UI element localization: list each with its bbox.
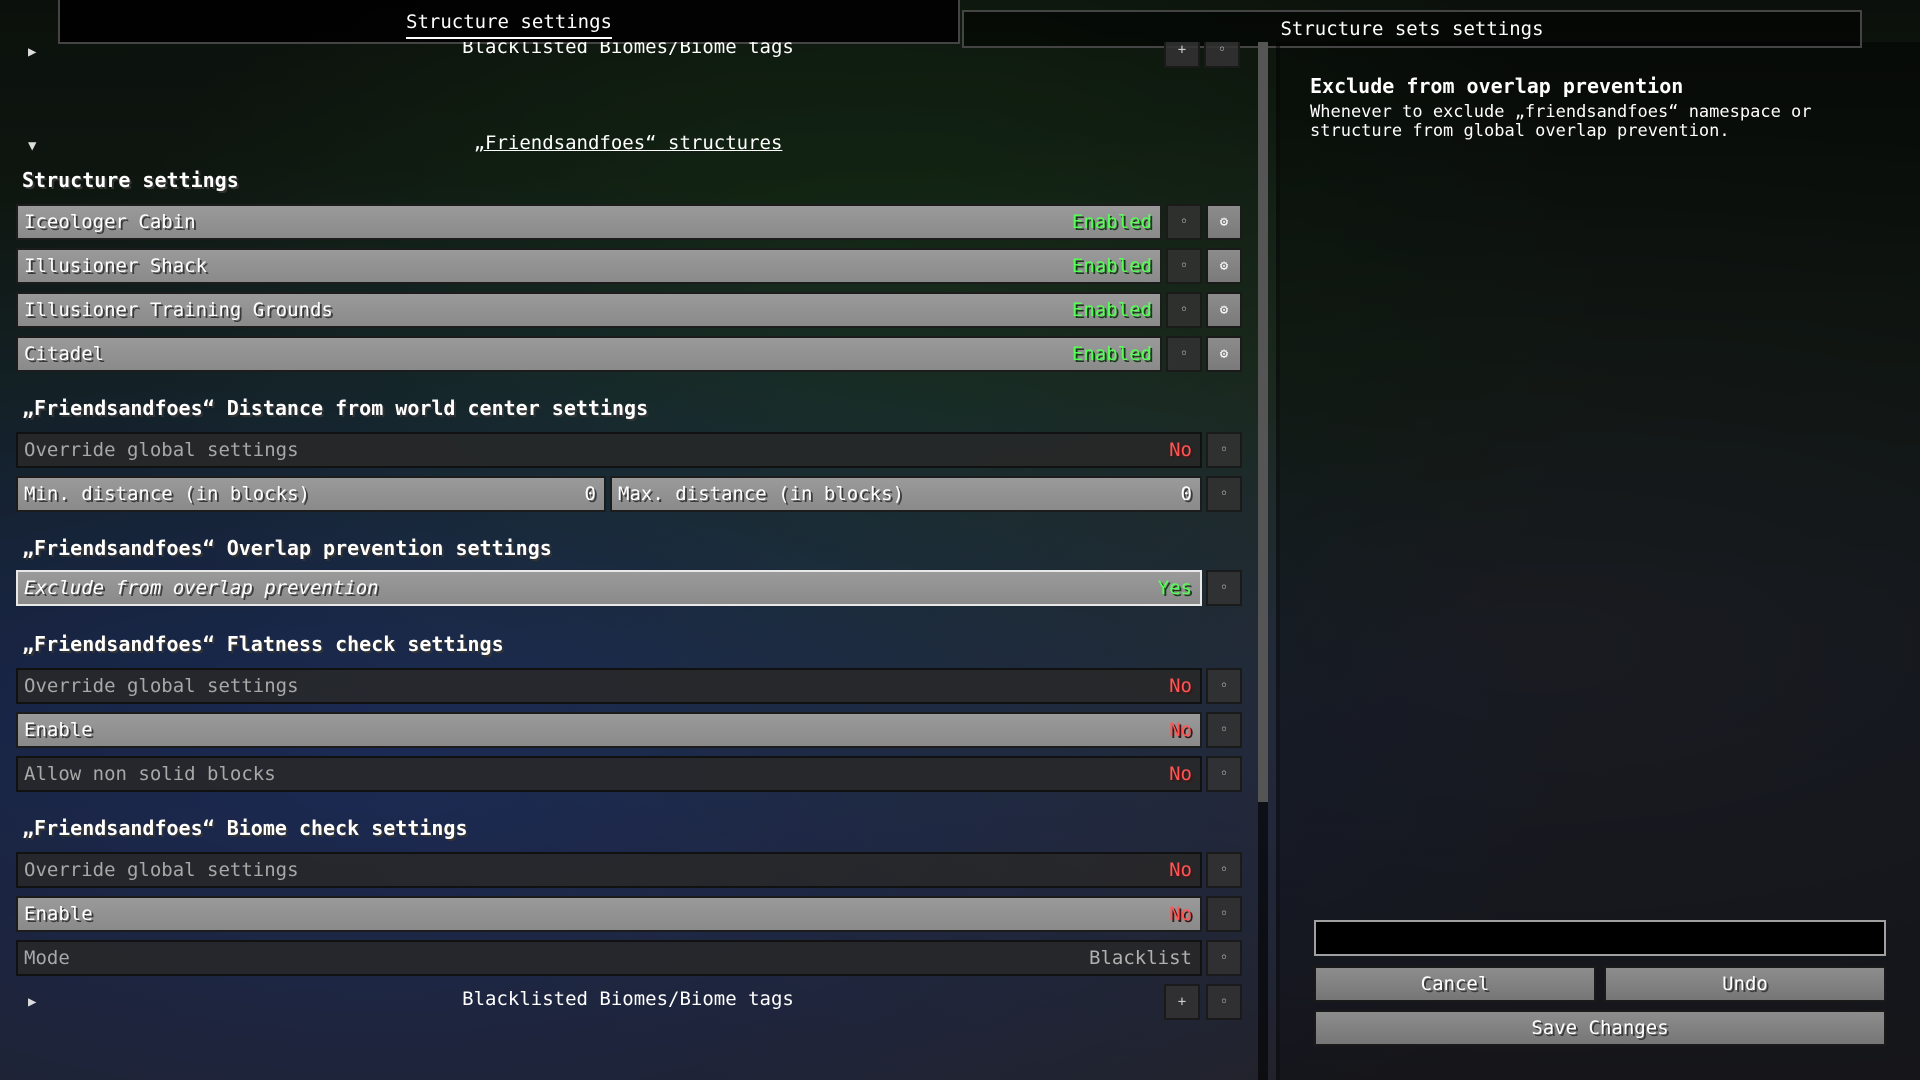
option-value: No [1169,439,1192,461]
reset-button[interactable]: ◦ [1206,712,1242,748]
structure-name: Illusioner Training Grounds [24,299,333,321]
reset-button[interactable]: ◦ [1206,570,1242,606]
add-biome-button-top[interactable]: + [1164,42,1200,68]
reset-button[interactable]: ◦ [1206,984,1242,1020]
biome-mode-toggle[interactable]: Mode Blacklist [16,940,1202,976]
structure-name: Iceologer Cabin [24,211,196,233]
option-value: 0 [584,483,596,505]
option-label: Max. distance (in blocks) [618,483,904,505]
option-label: Override global settings [24,675,299,697]
structure-settings-heading: Structure settings [22,168,239,192]
allow-non-solid-toggle[interactable]: Allow non solid blocks No [16,756,1202,792]
max-distance-field[interactable]: Max. distance (in blocks) 0 [610,476,1202,512]
exclude-overlap-toggle[interactable]: Exclude from overlap prevention Yes [16,570,1202,606]
option-value: No [1169,675,1192,697]
option-label: Enable [24,903,93,925]
biome-settings-heading: „Friendsandfoes“ Biome check settings [22,816,468,840]
option-label: Enable [24,719,93,741]
tab-structure-settings[interactable]: Structure settings [58,0,960,44]
option-value: Yes [1157,577,1192,599]
reset-button-top[interactable]: ◦ [1204,42,1240,68]
structure-toggle-illusioner-shack[interactable]: Illusioner Shack Enabled [16,248,1162,284]
flatness-enable-toggle[interactable]: Enable No [16,712,1202,748]
option-label: Override global settings [24,439,299,461]
structure-name: Citadel [24,343,105,365]
min-distance-field[interactable]: Min. distance (in blocks) 0 [16,476,606,512]
help-title: Exclude from overlap prevention [1310,74,1684,98]
flatness-settings-heading: „Friendsandfoes“ Flatness check settings [22,632,504,656]
add-biome-button[interactable]: + [1164,984,1200,1020]
gear-icon[interactable]: ⚙ [1206,336,1242,372]
option-value: No [1169,719,1192,741]
option-value: No [1169,859,1192,881]
reset-button[interactable]: ◦ [1206,940,1242,976]
list-scrollbar-thumb[interactable] [1258,42,1268,802]
expand-arrow-icon[interactable]: ▶ [28,44,36,60]
biome-enable-toggle[interactable]: Enable No [16,896,1202,932]
overlap-settings-heading: „Friendsandfoes“ Overlap prevention sett… [22,536,552,560]
blacklisted-biomes-label: Blacklisted Biomes/Biome tags [462,988,794,1010]
tab-structure-sets-settings-label: Structure sets settings [1280,18,1544,40]
option-value: No [1169,763,1192,785]
structure-state: Enabled [1071,343,1152,365]
option-value: Blacklist [1089,947,1192,969]
biome-override-toggle[interactable]: Override global settings No [16,852,1202,888]
gear-icon[interactable]: ⚙ [1206,204,1242,240]
namespace-structures-label: „Friendsandfoes“ structures [473,132,783,154]
option-value: No [1169,903,1192,925]
namespace-structures-link[interactable]: „Friendsandfoes“ structures [328,132,928,154]
structure-state: Enabled [1071,299,1152,321]
tab-structure-settings-label: Structure settings [406,11,612,39]
option-label: Mode [24,947,70,969]
reset-button[interactable]: ◦ [1206,432,1242,468]
flatness-override-toggle[interactable]: Override global settings No [16,668,1202,704]
reset-button[interactable]: ◦ [1166,336,1202,372]
expand-arrow-icon[interactable]: ▶ [28,994,36,1010]
save-changes-button[interactable]: Save Changes [1314,1010,1886,1046]
structure-name: Illusioner Shack [24,255,208,277]
structure-toggle-citadel[interactable]: Citadel Enabled [16,336,1162,372]
reset-button[interactable]: ◦ [1166,248,1202,284]
settings-list[interactable]: ▶ Blacklisted Biomes/Biome tags + ◦ ▼ „F… [0,42,1262,1080]
reset-button[interactable]: ◦ [1166,292,1202,328]
search-input[interactable] [1314,920,1886,956]
gear-icon[interactable]: ⚙ [1206,248,1242,284]
reset-button[interactable]: ◦ [1206,668,1242,704]
collapse-arrow-icon[interactable]: ▼ [28,138,36,154]
distance-settings-heading: „Friendsandfoes“ Distance from world cen… [22,396,649,420]
reset-button[interactable]: ◦ [1206,896,1242,932]
option-label: Exclude from overlap prevention [24,577,379,599]
structure-toggle-iceologer-cabin[interactable]: Iceologer Cabin Enabled [16,204,1162,240]
blacklisted-biomes-label-top: Blacklisted Biomes/Biome tags [462,42,794,58]
structure-state: Enabled [1071,211,1152,233]
option-label: Override global settings [24,859,299,881]
option-value: 0 [1180,483,1192,505]
structure-state: Enabled [1071,255,1152,277]
gear-icon[interactable]: ⚙ [1206,292,1242,328]
reset-button[interactable]: ◦ [1206,476,1242,512]
undo-button[interactable]: Undo [1604,966,1886,1002]
help-description: Whenever to exclude „friendsandfoes“ nam… [1310,102,1812,141]
panel-divider [1276,42,1280,1080]
reset-button[interactable]: ◦ [1206,852,1242,888]
option-label: Allow non solid blocks [24,763,276,785]
reset-button[interactable]: ◦ [1206,756,1242,792]
option-label: Min. distance (in blocks) [24,483,310,505]
structure-toggle-illusioner-training-grounds[interactable]: Illusioner Training Grounds Enabled [16,292,1162,328]
reset-button[interactable]: ◦ [1166,204,1202,240]
distance-override-toggle[interactable]: Override global settings No [16,432,1202,468]
cancel-button[interactable]: Cancel [1314,966,1596,1002]
